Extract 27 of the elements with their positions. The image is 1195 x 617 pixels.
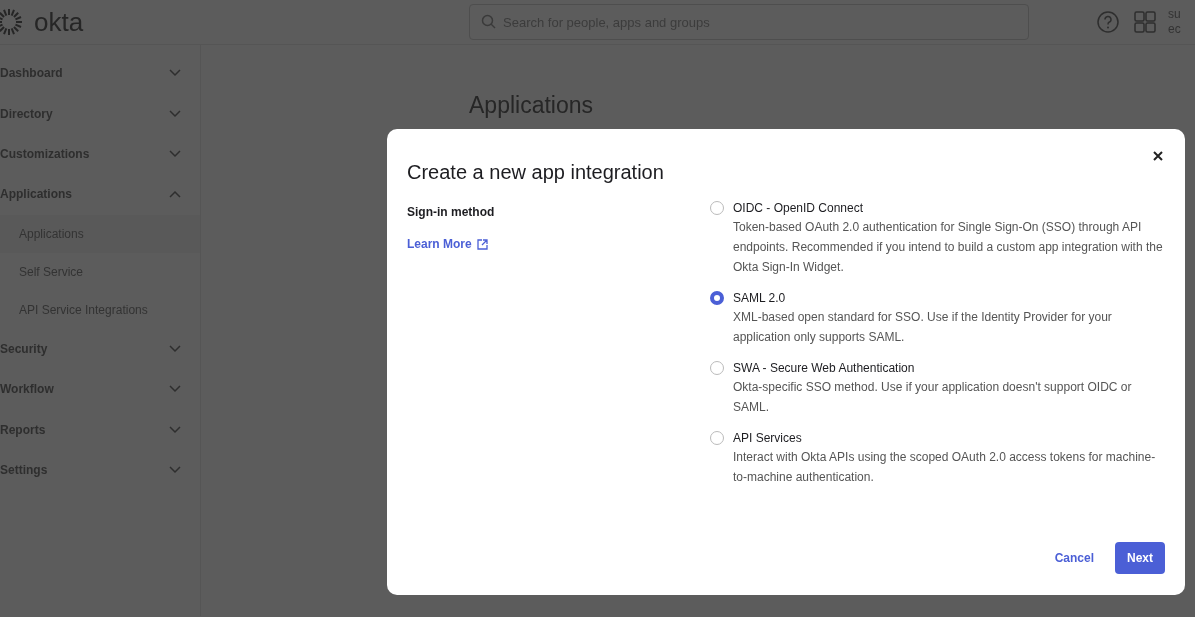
chevron-down-icon (169, 69, 181, 78)
option-label: SAML 2.0 (733, 290, 787, 307)
chevron-up-icon (169, 190, 181, 199)
option-description: Token-based OAuth 2.0 authentication for Single Sign-On (SSO) through API endpoints. Recommended if you intend to build a custom app integration with the Okta Sign-In Widget. (733, 219, 1164, 276)
cancel-button[interactable]: Cancel (1054, 549, 1094, 567)
option-label: OIDC - OpenID Connect (733, 200, 865, 217)
search-icon (481, 14, 497, 30)
help-icon[interactable] (1096, 10, 1120, 34)
chevron-down-icon (169, 109, 181, 118)
chevron-down-icon (169, 344, 181, 353)
learn-more-link[interactable]: Learn More (407, 235, 488, 253)
chevron-down-icon (169, 149, 181, 158)
option-label: SWA - Secure Web Authentication (733, 360, 916, 377)
dialog-title: Create a new app integration (407, 160, 665, 185)
chevron-down-icon (169, 465, 181, 474)
option-label: API Services (733, 430, 803, 447)
external-link-icon (476, 238, 488, 250)
option-description: XML-based open standard for SSO. Use if the Identity Provider for your application only supports SAML. (733, 309, 1113, 346)
app-grid-icon[interactable] (1134, 11, 1156, 33)
close-icon[interactable] (1151, 149, 1165, 163)
option-description: Interact with Okta APIs using the scoped OAuth 2.0 access tokens for machine-to-machine authentication. (733, 449, 1157, 486)
next-button[interactable]: Next (1115, 542, 1165, 574)
chevron-down-icon (169, 425, 181, 434)
radio-button[interactable] (710, 291, 724, 305)
chevron-down-icon (169, 385, 181, 394)
option-description: Okta-specific SSO method. Use if your application doesn't support OIDC or SAML. (733, 379, 1133, 416)
field-label: Sign-in method (407, 204, 495, 221)
